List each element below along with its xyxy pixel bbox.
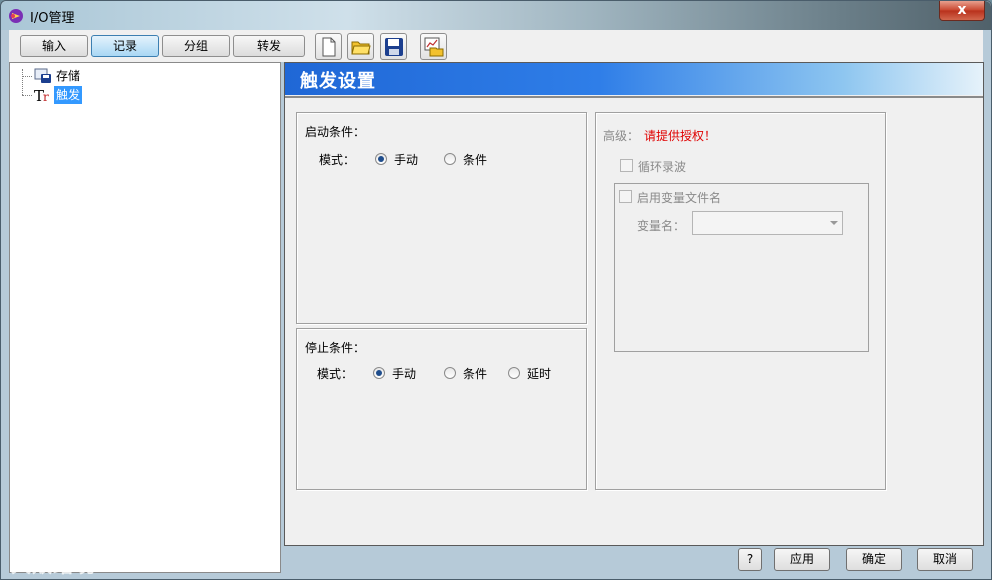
new-file-icon [322,37,336,57]
tab-input[interactable]: 输入 [20,35,88,57]
open-folder-icon [351,41,371,55]
tree-connector [22,69,23,95]
window-title: I/O管理 [30,11,75,26]
panel-header: 触发设置 [285,63,983,95]
save-button[interactable] [380,33,407,60]
stop-mode-condition-radio[interactable] [444,367,456,379]
tree-panel: 存储 T r 触发 [9,62,281,573]
open-folder-button[interactable] [347,33,374,60]
variable-filename-checkbox[interactable] [619,190,632,203]
stop-mode-label: 模式： [317,367,354,381]
toolbar: 输入 记录 分组 转发 [9,30,983,62]
tab-group[interactable]: 分组 [162,35,230,57]
app-logo-icon [9,9,23,23]
tree-item-label: 存储 [56,69,81,83]
stop-mode-manual-label[interactable]: 手动 [392,365,416,382]
tab-forward[interactable]: 转发 [233,35,305,57]
apply-button[interactable]: 应用 [774,548,830,571]
stop-mode-delay-radio[interactable] [508,367,520,379]
tree-connector [22,95,32,96]
loop-record-label: 循环录波 [638,160,687,174]
start-mode-manual-label[interactable]: 手动 [394,151,418,168]
io-manager-window: I/O管理 x 输入 记录 分组 转发 存储 T r 触发 触发设置 启动条件：… [0,0,992,580]
start-mode-condition-radio[interactable] [444,153,456,165]
start-condition-title: 启动条件： [305,125,366,139]
ok-button[interactable]: 确定 [846,548,902,571]
variable-filename-label: 启用变量文件名 [637,191,722,205]
loop-record-checkbox[interactable] [620,159,633,172]
tree-connector [22,76,32,77]
import-chart-icon [424,37,444,57]
variable-name-select[interactable] [692,211,843,235]
stop-mode-condition-label[interactable]: 条件 [463,365,487,382]
license-warning: 请提供授权！ [644,129,717,143]
advanced-group: 高级： 请提供授权！ 循环录波 启用变量文件名 变量名： [595,112,886,490]
new-file-button[interactable] [315,33,342,60]
start-condition-group: 启动条件： 模式： 手动 条件 [296,112,587,324]
stop-condition-group: 停止条件： 模式： 手动 条件 延时 [296,328,587,490]
import-chart-button[interactable] [420,33,447,60]
title-bar[interactable]: I/O管理 x [1,1,991,30]
advanced-label: 高级： [603,129,640,143]
start-mode-condition-label[interactable]: 条件 [463,151,487,168]
panel-title: 触发设置 [300,71,376,92]
tree-item-label: 触发 [54,86,83,104]
help-button[interactable]: ? [738,548,762,571]
trigger-settings-panel: 触发设置 启动条件： 模式： 手动 条件 停止条件： 模式： 手动 条件 延时 … [284,62,984,546]
svg-text:r: r [43,90,49,103]
settings-content: 启动条件： 模式： 手动 条件 停止条件： 模式： 手动 条件 延时 高级： 请… [285,96,983,545]
cancel-button[interactable]: 取消 [917,548,973,571]
chevron-down-icon [830,221,838,225]
trigger-tr-icon: T r [34,87,49,103]
variable-name-label: 变量名： [637,219,686,233]
tab-record[interactable]: 记录 [91,35,159,57]
close-button[interactable]: x [939,1,985,21]
storage-disk-icon [34,68,51,83]
start-mode-label: 模式： [319,153,356,167]
start-mode-manual-radio[interactable] [375,153,387,165]
watermark: 大败踏境 [11,553,95,577]
save-disk-icon [385,38,403,56]
variable-file-group: 启用变量文件名 变量名： [614,183,869,352]
stop-mode-manual-radio[interactable] [373,367,385,379]
stop-mode-delay-label[interactable]: 延时 [527,365,551,382]
stop-condition-title: 停止条件： [305,341,366,355]
